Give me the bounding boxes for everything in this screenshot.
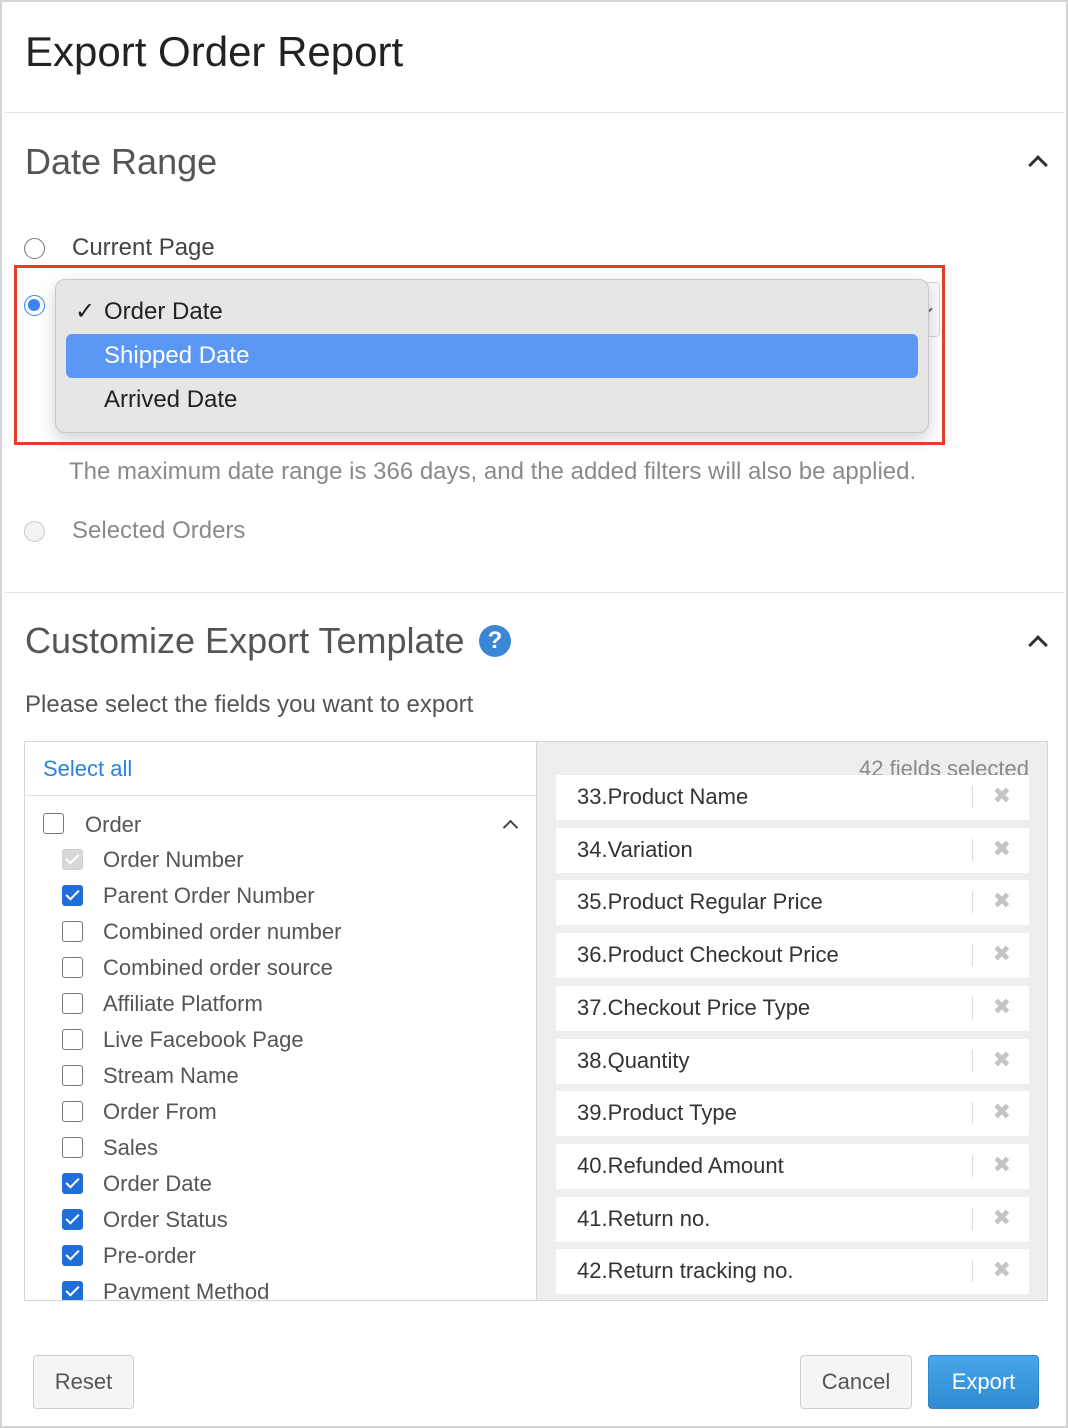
date-range-hint: The maximum date range is 366 days, and … [69, 458, 917, 485]
radio-selected-orders-label: Selected Orders [72, 517, 246, 544]
field-checkbox[interactable] [62, 921, 83, 942]
selected-field-chip[interactable]: 39.Product Type ✖ [556, 1091, 1029, 1137]
group-order-label: Order [85, 812, 142, 837]
remove-field-icon[interactable]: ✖ [993, 941, 1011, 967]
field-label: Payment Method [103, 1279, 270, 1300]
field-label: Stream Name [103, 1063, 239, 1088]
field-checkbox[interactable] [62, 1209, 83, 1230]
field-checkbox[interactable] [62, 957, 83, 978]
radio-icon[interactable] [24, 237, 45, 259]
chip-separator [972, 996, 973, 1019]
selected-field-label: 39.Product Type [577, 1100, 737, 1126]
selected-field-chip[interactable]: 33.Product Name ✖ [556, 775, 1029, 820]
field-checkbox[interactable] [62, 1245, 83, 1266]
field-selector: Select all Order Order Number Parent Orde… [24, 741, 1048, 1301]
template-subtitle: Please select the fields you want to exp… [25, 691, 474, 718]
remove-field-icon[interactable]: ✖ [993, 1205, 1011, 1231]
field-checkbox[interactable] [62, 1101, 83, 1122]
field-label: Sales [103, 1135, 159, 1160]
field-label: Affiliate Platform [103, 991, 263, 1016]
dialog-title: Export Order Report [25, 28, 404, 75]
selected-field-label: 34.Variation [577, 836, 693, 862]
field-label: Pre-order [103, 1243, 196, 1268]
field-label: Order Status [103, 1207, 228, 1232]
radio-current-page-label: Current Page [72, 234, 215, 261]
field-label: Parent Order Number [103, 883, 315, 908]
chip-separator [972, 786, 973, 808]
selected-field-label: 40.Refunded Amount [577, 1152, 784, 1178]
remove-field-icon[interactable]: ✖ [993, 1099, 1011, 1125]
field-label: Order Date [103, 1171, 212, 1196]
collapse-group-icon[interactable] [502, 819, 519, 836]
cancel-button[interactable]: Cancel [800, 1355, 912, 1409]
field-checkbox[interactable] [62, 1137, 83, 1158]
chip-separator [972, 1260, 973, 1283]
radio-selected-orders[interactable]: Selected Orders [24, 517, 245, 545]
field-checkbox[interactable] [62, 1065, 83, 1086]
remove-field-icon[interactable]: ✖ [993, 888, 1011, 914]
remove-field-icon[interactable]: ✖ [993, 1047, 1011, 1073]
selected-field-label: 41.Return no. [577, 1205, 711, 1231]
chip-separator [972, 944, 973, 967]
remove-field-icon[interactable]: ✖ [993, 1152, 1011, 1178]
chip-separator [972, 1102, 973, 1125]
selected-field-chip[interactable]: 42.Return tracking no. ✖ [556, 1249, 1029, 1295]
selected-fields-pane[interactable]: 42 fields selected 33.Product Name ✖ 34.Va… [536, 742, 1047, 1300]
selected-field-label: 33.Product Name [577, 784, 749, 809]
selected-field-chip[interactable]: 37.Checkout Price Type ✖ [556, 985, 1029, 1031]
selected-field-chip[interactable]: 38.Quantity ✖ [556, 1038, 1029, 1084]
select-all-link[interactable]: Select all [43, 756, 132, 782]
field-label: Order From [103, 1099, 217, 1124]
selected-field-label: 35.Product Regular Price [577, 889, 823, 915]
divider [4, 592, 1064, 593]
chip-separator [972, 1049, 973, 1072]
chip-separator [972, 1154, 973, 1177]
field-checkbox[interactable] [62, 1281, 83, 1300]
export-button[interactable]: Export [928, 1355, 1039, 1409]
selected-field-chip[interactable]: 41.Return no. ✖ [556, 1196, 1029, 1242]
annotation-highlight [14, 265, 945, 445]
export-dialog: Export Order Report Date Range Current P… [0, 0, 1068, 1428]
field-checkbox[interactable] [62, 1173, 83, 1194]
collapse-date-range-icon[interactable] [1028, 155, 1048, 175]
reset-button[interactable]: Reset [33, 1355, 134, 1409]
remove-field-icon[interactable]: ✖ [993, 836, 1011, 862]
help-icon[interactable]: ? [479, 625, 511, 657]
selected-field-label: 36.Product Checkout Price [577, 942, 839, 968]
selected-field-label: 42.Return tracking no. [577, 1258, 794, 1284]
field-checkbox [62, 849, 83, 870]
field-label: Combined order source [103, 955, 333, 980]
remove-field-icon[interactable]: ✖ [993, 1257, 1011, 1283]
field-checkbox[interactable] [62, 885, 83, 906]
remove-field-icon[interactable]: ✖ [993, 994, 1011, 1020]
field-label: Combined order number [103, 919, 342, 944]
selected-field-label: 38.Quantity [577, 1047, 690, 1073]
selected-field-chip[interactable]: 34.Variation ✖ [556, 827, 1029, 873]
field-label: Order Number [103, 847, 244, 872]
remove-field-icon[interactable]: ✖ [993, 783, 1011, 809]
selected-field-chip[interactable]: 36.Product Checkout Price ✖ [556, 933, 1029, 979]
field-checkbox[interactable] [62, 993, 83, 1014]
selected-field-chip[interactable]: 40.Refunded Amount ✖ [556, 1143, 1029, 1189]
radio-current-page[interactable]: Current Page [24, 234, 215, 262]
field-checkbox[interactable] [62, 1029, 83, 1050]
available-fields-pane[interactable]: Select all Order Order Number Parent Orde… [25, 742, 536, 1300]
divider [4, 112, 1064, 113]
template-title: Customize Export Template [25, 620, 465, 661]
selected-field-label: 37.Checkout Price Type [577, 994, 811, 1020]
field-label: Live Facebook Page [103, 1027, 304, 1052]
group-order-checkbox[interactable] [43, 813, 64, 834]
divider [25, 795, 536, 796]
chip-separator [972, 838, 973, 861]
selected-field-chip[interactable]: 35.Product Regular Price ✖ [556, 880, 1029, 926]
date-range-title: Date Range [25, 141, 218, 182]
chip-separator [972, 891, 973, 914]
collapse-template-icon[interactable] [1028, 635, 1048, 655]
chip-separator [972, 1207, 973, 1230]
radio-icon[interactable] [24, 520, 45, 542]
